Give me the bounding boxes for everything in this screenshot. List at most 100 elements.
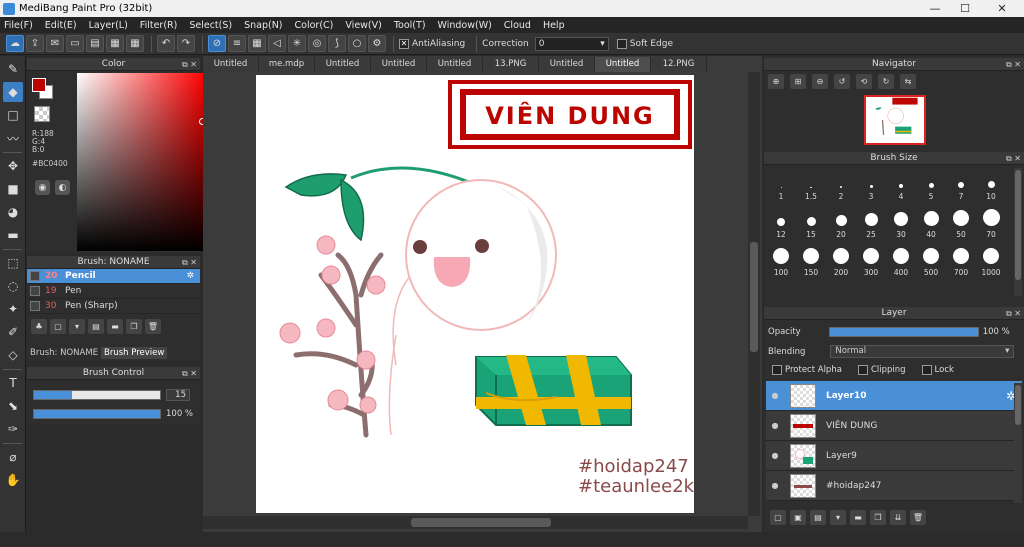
new-layer-icon[interactable]: ▢ xyxy=(770,510,786,525)
zoom-out-icon[interactable]: ⊖ xyxy=(812,74,828,89)
maximize-button[interactable]: ☐ xyxy=(950,0,980,17)
folder-icon[interactable]: ▬ xyxy=(107,319,123,334)
brush-size-option[interactable]: 30 xyxy=(886,204,916,242)
rotate-right-icon[interactable]: ↻ xyxy=(878,74,894,89)
tab-brush[interactable]: Brush: NONAME xyxy=(27,347,101,359)
scrollbar-thumb[interactable] xyxy=(411,518,551,527)
layer-row-vien-dung[interactable]: ● VIÊN DUNG xyxy=(766,411,1022,441)
clipping-checkbox[interactable] xyxy=(857,365,868,375)
visibility-icon[interactable]: ● xyxy=(766,421,784,430)
brush-opacity-slider[interactable] xyxy=(33,409,161,419)
snap-ellipse-icon[interactable]: ○ xyxy=(348,35,366,52)
tab-document[interactable]: me.mdp xyxy=(259,57,315,72)
snap-settings-icon[interactable]: ⚙ xyxy=(368,35,386,52)
menu-filter[interactable]: Filter(R) xyxy=(140,20,178,31)
brush-size-value[interactable]: 15 xyxy=(166,389,190,401)
grid-icon[interactable]: ▦ xyxy=(126,35,144,52)
magic-wand-icon[interactable]: ✦ xyxy=(3,299,23,319)
brush-size-option[interactable]: 4 xyxy=(886,166,916,204)
layer-menu-icon[interactable]: ▾ xyxy=(830,510,846,525)
foreground-color-swatch[interactable] xyxy=(32,78,46,92)
select-pen-icon[interactable]: ✐ xyxy=(3,322,23,342)
antialiasing-checkbox[interactable]: ✕ xyxy=(399,38,409,49)
scrollbar-thumb[interactable] xyxy=(1015,385,1021,425)
snap-circle-icon[interactable]: ◎ xyxy=(308,35,326,52)
tab-document-active[interactable]: Untitled xyxy=(595,57,651,72)
zoom-in-icon[interactable]: ⊕ xyxy=(768,74,784,89)
gradient-tool-icon[interactable]: ▬ xyxy=(3,225,23,245)
delete-icon[interactable]: 🗑 xyxy=(145,319,161,334)
lock-checkbox[interactable] xyxy=(921,365,932,375)
layer-opacity-slider[interactable] xyxy=(828,327,979,337)
brush-size-option[interactable]: 150 xyxy=(796,242,826,280)
menu-layer[interactable]: Layer(L) xyxy=(89,20,128,31)
layer-row-layer9[interactable]: ● Layer9 xyxy=(766,441,1022,471)
cloud-icon[interactable]: ☁ xyxy=(6,35,24,52)
duplicate-layer-icon[interactable]: ❐ xyxy=(870,510,886,525)
menu-snap[interactable]: Snap(N) xyxy=(244,20,282,31)
text-tool-icon[interactable]: T xyxy=(3,373,23,393)
visibility-icon[interactable]: ● xyxy=(766,451,784,460)
brush-size-option[interactable]: 500 xyxy=(916,242,946,280)
visibility-icon[interactable]: ● xyxy=(766,481,784,490)
eyedropper-icon[interactable]: ⌀ xyxy=(3,447,23,467)
panel-float-close-icon[interactable]: ⧉ ✕ xyxy=(1006,307,1021,320)
duplicate-icon[interactable]: ❐ xyxy=(126,319,142,334)
brush-size-option[interactable]: 700 xyxy=(946,242,976,280)
menu-window[interactable]: Window(W) xyxy=(438,20,492,31)
palette-icon[interactable]: ◉ xyxy=(35,180,50,195)
brush-size-scrollbar[interactable] xyxy=(1014,168,1022,296)
brush-size-option[interactable]: 3 xyxy=(856,166,886,204)
brush-size-option[interactable]: 300 xyxy=(856,242,886,280)
brush-size-option[interactable]: 50 xyxy=(946,204,976,242)
snap-radial-icon[interactable]: ✳ xyxy=(288,35,306,52)
move-tool-icon[interactable]: ✥ xyxy=(3,156,23,176)
panel-float-close-icon[interactable]: ⧉ ✕ xyxy=(182,367,197,380)
brush-tool-icon[interactable]: ✎ xyxy=(3,59,23,79)
panel-float-close-icon[interactable]: ⧉ ✕ xyxy=(182,256,197,269)
frame-icon[interactable]: ▦ xyxy=(106,35,124,52)
blending-select[interactable]: Normal ▾ xyxy=(830,345,1015,358)
fill-tool-icon[interactable]: ◕ xyxy=(3,202,23,222)
layer-row-layer10[interactable]: ● Layer10 ✲ xyxy=(766,381,1022,411)
menu-color[interactable]: Color(C) xyxy=(295,20,334,31)
brush-item-pen[interactable]: 19 Pen xyxy=(27,284,200,299)
menu-tool[interactable]: Tool(T) xyxy=(394,20,426,31)
hand-tool-icon[interactable]: ✋ xyxy=(3,470,23,490)
blur-tool-icon[interactable]: 〰 xyxy=(3,128,23,148)
color-settings-icon[interactable]: ◐ xyxy=(55,180,70,195)
brush-size-option[interactable]: 100 xyxy=(766,242,796,280)
tab-document[interactable]: Untitled xyxy=(203,57,259,72)
new-8bit-layer-icon[interactable]: ▤ xyxy=(810,510,826,525)
panel-float-close-icon[interactable]: ⧉ ✕ xyxy=(1006,58,1021,71)
soft-edge-toggle[interactable]: Soft Edge xyxy=(616,38,673,49)
brush-size-option[interactable]: 70 xyxy=(976,204,1006,242)
tab-document[interactable]: Untitled xyxy=(539,57,595,72)
menu-cloud[interactable]: Cloud xyxy=(504,20,531,31)
snap-crisscross-icon[interactable]: ▦ xyxy=(248,35,266,52)
comment-icon[interactable]: ✉ xyxy=(46,35,64,52)
snap-parallel-icon[interactable]: ≡ xyxy=(228,35,246,52)
brush-size-option[interactable]: 25 xyxy=(856,204,886,242)
menu-help[interactable]: Help xyxy=(543,20,565,31)
protect-alpha-toggle[interactable]: Protect Alpha xyxy=(772,365,842,375)
minimize-button[interactable]: — xyxy=(920,0,950,17)
lock-toggle[interactable]: Lock xyxy=(921,365,954,375)
gear-icon[interactable]: ✲ xyxy=(186,271,194,281)
panel-float-close-icon[interactable]: ⧉ ✕ xyxy=(182,58,197,71)
close-button[interactable]: ✕ xyxy=(980,0,1024,17)
add-brush-icon[interactable]: ♣ xyxy=(31,319,47,334)
operation-tool-icon[interactable]: ⬊ xyxy=(3,396,23,416)
tab-document[interactable]: Untitled xyxy=(315,57,371,72)
transparent-color-swatch[interactable] xyxy=(34,106,50,122)
menu-view[interactable]: View(V) xyxy=(345,20,381,31)
delete-layer-icon[interactable]: 🗑 xyxy=(910,510,926,525)
drawing-canvas[interactable]: VIÊN DUNG #hoidap247 #teaunlee2k xyxy=(256,75,694,513)
tab-brush-preview[interactable]: Brush Preview xyxy=(101,347,168,359)
tab-document[interactable]: Untitled xyxy=(371,57,427,72)
snap-vanish-icon[interactable]: ◁ xyxy=(268,35,286,52)
brush-size-option[interactable]: 15 xyxy=(796,204,826,242)
brush-size-option[interactable]: 400 xyxy=(886,242,916,280)
brush-size-option[interactable]: 5 xyxy=(916,166,946,204)
canvas-horizontal-scrollbar[interactable] xyxy=(203,516,748,529)
